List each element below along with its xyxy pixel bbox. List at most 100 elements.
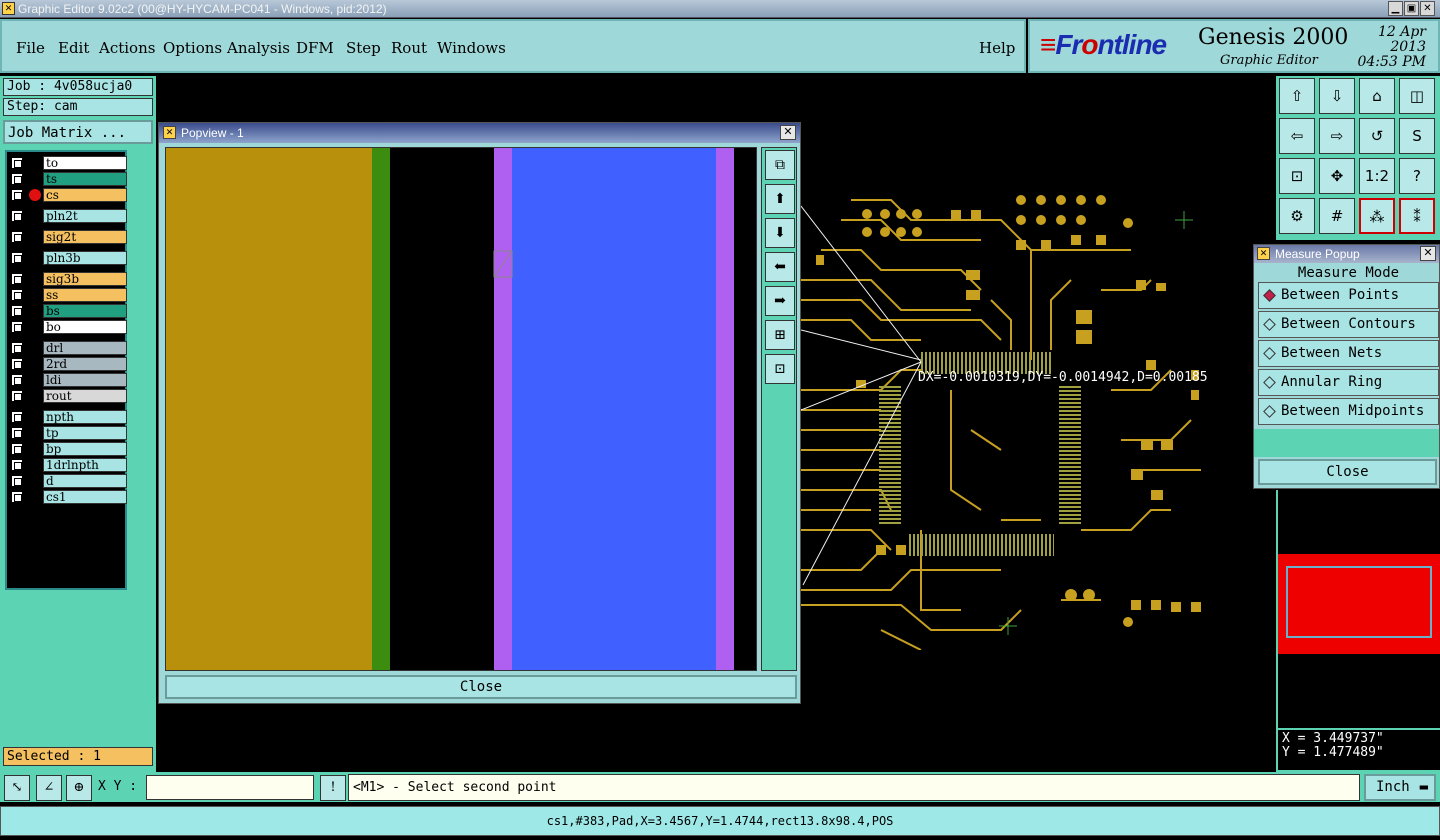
pcb-canvas[interactable] bbox=[801, 190, 1213, 650]
layer-checkbox[interactable] bbox=[11, 157, 23, 169]
layer-checkbox[interactable] bbox=[11, 459, 23, 471]
layer-name[interactable]: sig2t bbox=[43, 230, 127, 244]
layer-name[interactable]: drl bbox=[43, 341, 127, 355]
layer-name[interactable]: to bbox=[43, 156, 127, 170]
alert-icon[interactable]: ! bbox=[320, 775, 346, 801]
option-between-nets[interactable]: Between Nets bbox=[1258, 340, 1439, 367]
grid-icon[interactable]: # bbox=[1319, 198, 1355, 234]
menu-windows[interactable]: Windows bbox=[437, 39, 506, 57]
layer-checkbox[interactable] bbox=[11, 390, 23, 402]
layer-checkbox[interactable] bbox=[11, 189, 23, 201]
units-dropdown[interactable]: Inch ▬ bbox=[1364, 774, 1436, 801]
layer-name[interactable]: rout bbox=[43, 389, 127, 403]
zoom-extents-icon[interactable]: ⊡ bbox=[1279, 158, 1315, 194]
layer-name[interactable]: ts bbox=[43, 172, 127, 186]
layer-name[interactable]: tp bbox=[43, 426, 127, 440]
pan-left-icon[interactable]: ⬅ bbox=[765, 252, 795, 282]
layer-row[interactable]: tp bbox=[9, 426, 127, 440]
layer-name[interactable]: bo bbox=[43, 320, 127, 334]
layer-row[interactable]: ss bbox=[9, 288, 127, 302]
measure-close-button[interactable]: Close bbox=[1258, 459, 1437, 485]
window-close-button[interactable]: ✕ bbox=[1420, 1, 1435, 16]
layer-name[interactable]: pln3b bbox=[43, 251, 127, 265]
pan-up-icon[interactable]: ⬆ bbox=[765, 184, 795, 214]
layer-row[interactable]: bp bbox=[9, 442, 127, 456]
layer-row[interactable]: pln2t bbox=[9, 209, 127, 223]
layer-row[interactable]: ts bbox=[9, 172, 127, 186]
menu-rout[interactable]: Rout bbox=[391, 39, 427, 57]
layer-checkbox[interactable] bbox=[11, 443, 23, 455]
layer-row[interactable]: to bbox=[9, 156, 127, 170]
measure-titlebar[interactable]: ✕ Measure Popup ✕ bbox=[1254, 245, 1439, 263]
layer-name[interactable]: npth bbox=[43, 410, 127, 424]
layer-name[interactable]: d bbox=[43, 474, 127, 488]
option-between-points[interactable]: Between Points bbox=[1258, 282, 1439, 309]
layer-row[interactable]: ldi bbox=[9, 373, 127, 387]
layer-row[interactable]: 2rd bbox=[9, 357, 127, 371]
layer-row[interactable]: sig3b bbox=[9, 272, 127, 286]
layer-row[interactable]: 1drlnpth bbox=[9, 458, 127, 472]
layer-name[interactable]: cs bbox=[43, 188, 127, 202]
layer-row[interactable]: cs1 bbox=[9, 490, 127, 504]
menu-analysis[interactable]: Analysis bbox=[227, 39, 290, 57]
layer-name[interactable]: bs bbox=[43, 304, 127, 318]
menu-help[interactable]: Help bbox=[979, 39, 1015, 57]
job-matrix-button[interactable]: Job Matrix ... bbox=[3, 120, 153, 144]
minimize-button[interactable]: ▁ bbox=[1388, 1, 1403, 16]
pan-left-tool-icon[interactable]: ⇦ bbox=[1279, 118, 1315, 154]
split-view-icon[interactable]: ◫ bbox=[1399, 78, 1435, 114]
layer-row[interactable]: bo bbox=[9, 320, 127, 334]
layer-name[interactable]: ldi bbox=[43, 373, 127, 387]
layer-row[interactable]: npth bbox=[9, 410, 127, 424]
layer-checkbox[interactable] bbox=[11, 374, 23, 386]
maximize-button[interactable]: ▣ bbox=[1404, 1, 1419, 16]
option-between-contours[interactable]: Between Contours bbox=[1258, 311, 1439, 338]
zoom-fit-icon[interactable]: ⊡ bbox=[765, 354, 795, 384]
layer-checkbox[interactable] bbox=[11, 427, 23, 439]
rotate-icon[interactable]: ↺ bbox=[1359, 118, 1395, 154]
popview-canvas[interactable] bbox=[165, 147, 757, 671]
net-highlight-icon[interactable]: ⁂ bbox=[1359, 198, 1395, 234]
scale-icon[interactable]: 1:2 bbox=[1359, 158, 1395, 194]
layer-name[interactable]: bp bbox=[43, 442, 127, 456]
layer-checkbox[interactable] bbox=[11, 321, 23, 333]
layer-checkbox[interactable] bbox=[11, 273, 23, 285]
zoom-in-icon[interactable]: ⊞ bbox=[765, 320, 795, 350]
layer-checkbox[interactable] bbox=[11, 173, 23, 185]
layer-checkbox[interactable] bbox=[11, 358, 23, 370]
pan-down-tool-icon[interactable]: ⇩ bbox=[1319, 78, 1355, 114]
layer-name[interactable]: 2rd bbox=[43, 357, 127, 371]
pan-up-tool-icon[interactable]: ⇧ bbox=[1279, 78, 1315, 114]
snap-icon[interactable]: ⤡ bbox=[4, 775, 30, 801]
overview-map[interactable] bbox=[1278, 490, 1440, 728]
layer-checkbox[interactable] bbox=[11, 491, 23, 503]
layer-checkbox[interactable] bbox=[11, 411, 23, 423]
zoom-window-icon[interactable]: ⧉ bbox=[765, 150, 795, 180]
layer-row[interactable]: sig2t bbox=[9, 230, 127, 244]
home-icon[interactable]: ⌂ bbox=[1359, 78, 1395, 114]
layer-checkbox[interactable] bbox=[11, 210, 23, 222]
popview-close-button[interactable]: Close bbox=[165, 675, 797, 699]
layer-row[interactable]: drl bbox=[9, 341, 127, 355]
layer-checkbox[interactable] bbox=[11, 475, 23, 487]
xy-input[interactable] bbox=[146, 775, 314, 800]
menu-dfm[interactable]: DFM bbox=[296, 39, 334, 57]
menu-options[interactable]: Options bbox=[163, 39, 222, 57]
layer-name[interactable]: ss bbox=[43, 288, 127, 302]
menu-edit[interactable]: Edit bbox=[58, 39, 89, 57]
layer-checkbox[interactable] bbox=[11, 252, 23, 264]
layer-name[interactable]: cs1 bbox=[43, 490, 127, 504]
menu-step[interactable]: Step bbox=[346, 39, 381, 57]
layer-row[interactable]: rout bbox=[9, 389, 127, 403]
measure-close-icon[interactable]: ✕ bbox=[1420, 246, 1436, 261]
pan-down-icon[interactable]: ⬇ bbox=[765, 218, 795, 248]
layer-row[interactable]: pln3b bbox=[9, 251, 127, 265]
popview-close-icon[interactable]: ✕ bbox=[780, 125, 796, 140]
pan-right-icon[interactable]: ➡ bbox=[765, 286, 795, 316]
layer-row[interactable]: bs bbox=[9, 304, 127, 318]
layer-checkbox[interactable] bbox=[11, 305, 23, 317]
layer-checkbox[interactable] bbox=[11, 231, 23, 243]
center-icon[interactable]: ✥ bbox=[1319, 158, 1355, 194]
angle-icon[interactable]: ∠ bbox=[36, 775, 62, 801]
layer-row[interactable]: d bbox=[9, 474, 127, 488]
